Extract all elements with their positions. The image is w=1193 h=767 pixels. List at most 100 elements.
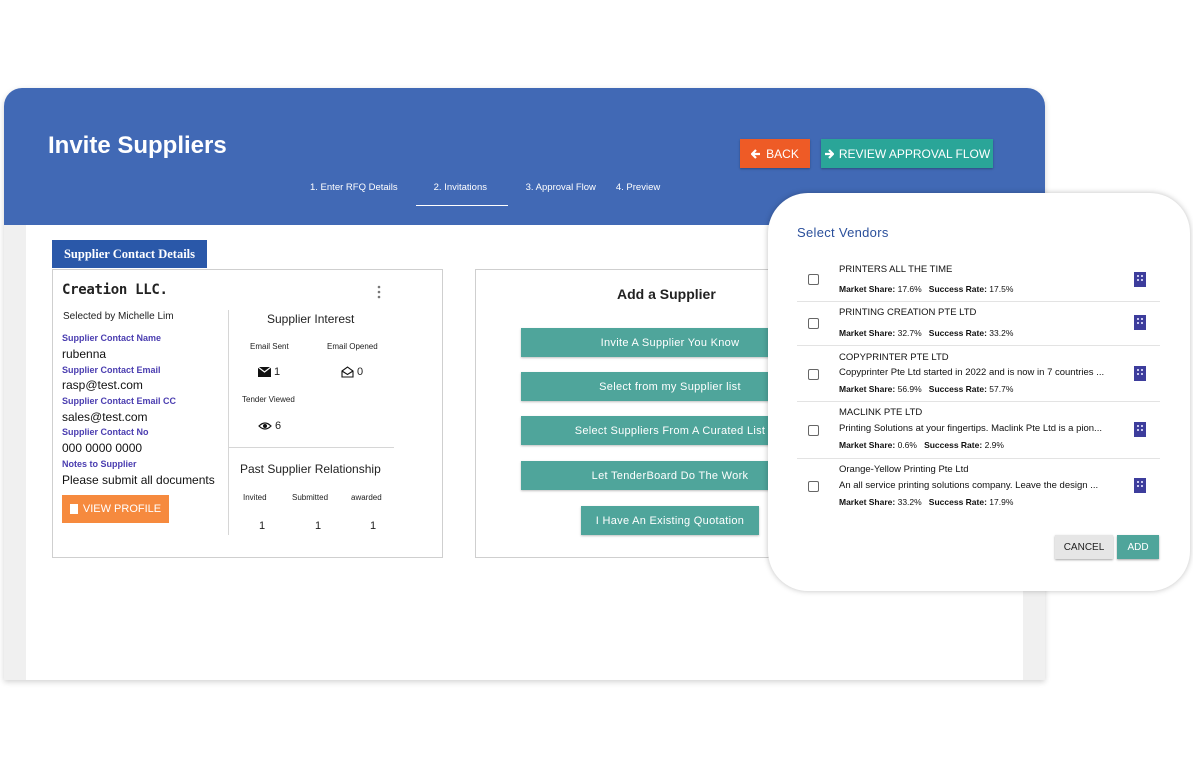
supplier-card: Creation LLC. Selected by Michelle Lim S… bbox=[52, 269, 443, 558]
market-share-value: 56.9% bbox=[897, 384, 922, 394]
market-share-label: Market Share: bbox=[839, 384, 896, 394]
vendor-checkbox[interactable] bbox=[808, 369, 819, 380]
success-rate-value: 33.2% bbox=[989, 328, 1014, 338]
market-share-label: Market Share: bbox=[839, 328, 896, 338]
past-relationship-title: Past Supplier Relationship bbox=[240, 462, 381, 476]
vendor-name: COPYPRINTER PTE LTD bbox=[839, 352, 949, 363]
building-icon[interactable] bbox=[1134, 422, 1146, 437]
building-icon[interactable] bbox=[1134, 366, 1146, 381]
success-rate-value: 17.5% bbox=[989, 284, 1014, 294]
envelope-open-icon bbox=[341, 366, 354, 378]
contact-no-value: 000 0000 0000 bbox=[62, 441, 143, 455]
card-divider-vertical bbox=[228, 310, 229, 535]
awarded-value: 1 bbox=[370, 520, 377, 532]
company-name: Creation LLC. bbox=[62, 282, 168, 298]
tab-approval-flow[interactable]: 3. Approval Flow bbox=[508, 182, 614, 206]
select-vendors-modal: Select Vendors PRINTERS ALL THE TIME Mar… bbox=[768, 193, 1190, 591]
eye-icon bbox=[258, 422, 272, 430]
vendor-row[interactable]: PRINTERS ALL THE TIME Market Share: 17.6… bbox=[797, 259, 1160, 302]
contact-email-cc-label: Supplier Contact Email CC bbox=[62, 396, 177, 406]
vendor-checkbox[interactable] bbox=[808, 481, 819, 492]
step-tabs: 1. Enter RFQ Details 2. Invitations 3. A… bbox=[292, 182, 678, 206]
building-icon[interactable] bbox=[1134, 478, 1146, 493]
vendor-row[interactable]: COPYPRINTER PTE LTD Copyprinter Pte Ltd … bbox=[797, 346, 1160, 402]
vendor-row[interactable]: MACLINK PTE LTD Printing Solutions at yo… bbox=[797, 402, 1160, 459]
tab-enter-rfq-details[interactable]: 1. Enter RFQ Details bbox=[292, 182, 416, 206]
tender-viewed-label: Tender Viewed bbox=[242, 395, 295, 404]
email-opened-value: 0 bbox=[357, 366, 364, 378]
vendor-description: An all service printing solutions compan… bbox=[839, 480, 1099, 491]
invited-value: 1 bbox=[259, 520, 266, 532]
email-opened-stat: 0 bbox=[341, 366, 363, 378]
envelope-icon bbox=[258, 367, 271, 377]
success-rate-label: Success Rate: bbox=[928, 497, 987, 507]
vendor-checkbox[interactable] bbox=[808, 318, 819, 329]
submitted-label: Submitted bbox=[292, 493, 329, 502]
market-share-value: 32.7% bbox=[897, 328, 922, 338]
vendor-name: Orange-Yellow Printing Pte Ltd bbox=[839, 464, 969, 475]
success-rate-value: 17.9% bbox=[989, 497, 1014, 507]
add-button[interactable]: ADD bbox=[1117, 535, 1159, 559]
page-title: Invite Suppliers bbox=[48, 132, 227, 159]
supplier-interest-title: Supplier Interest bbox=[267, 312, 355, 326]
add-supplier-title: Add a Supplier bbox=[617, 286, 716, 302]
card-divider-horizontal bbox=[228, 447, 394, 448]
building-icon[interactable] bbox=[1134, 272, 1146, 287]
supplier-contact-details-tab[interactable]: Supplier Contact Details bbox=[52, 240, 207, 268]
content-gutter-left bbox=[4, 225, 26, 680]
cancel-button[interactable]: CANCEL bbox=[1055, 535, 1113, 559]
email-opened-label: Email Opened bbox=[327, 342, 378, 351]
success-rate-value: 2.9% bbox=[984, 440, 1004, 450]
success-rate-label: Success Rate: bbox=[928, 284, 987, 294]
email-sent-value: 1 bbox=[274, 366, 281, 378]
vendor-name: MACLINK PTE LTD bbox=[839, 407, 923, 418]
more-options-icon[interactable] bbox=[375, 285, 383, 299]
email-sent-label: Email Sent bbox=[250, 342, 289, 351]
market-share-label: Market Share: bbox=[839, 440, 896, 450]
contact-email-cc-value: sales@test.com bbox=[62, 410, 148, 424]
contact-email-value: rasp@test.com bbox=[62, 378, 143, 392]
contact-name-label: Supplier Contact Name bbox=[62, 333, 162, 343]
awarded-label: awarded bbox=[351, 493, 382, 502]
arrow-right-icon bbox=[824, 148, 834, 159]
view-profile-button[interactable]: VIEW PROFILE bbox=[62, 495, 169, 523]
add-supplier-card: Add a Supplier Invite A Supplier You Kno… bbox=[475, 269, 819, 558]
success-rate-label: Success Rate: bbox=[924, 440, 983, 450]
submitted-value: 1 bbox=[315, 520, 322, 532]
notes-label: Notes to Supplier bbox=[62, 459, 137, 469]
back-button[interactable]: BACK bbox=[740, 139, 810, 168]
vendor-name: PRINTING CREATION PTE LTD bbox=[839, 307, 977, 318]
vendor-name: PRINTERS ALL THE TIME bbox=[839, 264, 953, 275]
vendor-checkbox[interactable] bbox=[808, 425, 819, 436]
success-rate-value: 57.7% bbox=[989, 384, 1014, 394]
vendor-checkbox[interactable] bbox=[808, 274, 819, 285]
existing-quotation-button[interactable]: I Have An Existing Quotation bbox=[581, 506, 759, 535]
review-approval-flow-button[interactable]: REVIEW APPROVAL FLOW bbox=[821, 139, 993, 168]
vendor-row[interactable]: PRINTING CREATION PTE LTD Market Share: … bbox=[797, 302, 1160, 346]
review-label: REVIEW APPROVAL FLOW bbox=[838, 146, 991, 161]
market-share-value: 33.2% bbox=[897, 497, 922, 507]
arrow-left-icon bbox=[751, 148, 761, 159]
tab-preview[interactable]: 4. Preview bbox=[614, 182, 678, 206]
selected-by: Selected by Michelle Lim bbox=[63, 311, 174, 322]
view-profile-label: VIEW PROFILE bbox=[82, 503, 162, 515]
tender-viewed-value: 6 bbox=[275, 420, 282, 432]
modal-title: Select Vendors bbox=[797, 225, 889, 240]
vendor-row[interactable]: Orange-Yellow Printing Pte Ltd An all se… bbox=[797, 459, 1160, 515]
tab-invitations[interactable]: 2. Invitations bbox=[415, 182, 508, 206]
document-icon bbox=[69, 504, 78, 514]
success-rate-label: Success Rate: bbox=[928, 384, 987, 394]
vendor-description: Copyprinter Pte Ltd started in 2022 and … bbox=[839, 367, 1105, 378]
market-share-label: Market Share: bbox=[839, 497, 896, 507]
vendor-description: Printing Solutions at your fingertips. M… bbox=[839, 423, 1102, 434]
email-sent-stat: 1 bbox=[258, 366, 280, 378]
tender-viewed-stat: 6 bbox=[258, 420, 281, 432]
success-rate-label: Success Rate: bbox=[928, 328, 987, 338]
back-label: BACK bbox=[766, 146, 799, 161]
invited-label: Invited bbox=[243, 493, 267, 502]
contact-no-label: Supplier Contact No bbox=[62, 427, 149, 437]
building-icon[interactable] bbox=[1134, 315, 1146, 330]
contact-name-value: rubenna bbox=[62, 347, 107, 361]
notes-value: Please submit all documents bbox=[62, 473, 215, 487]
market-share-value: 0.6% bbox=[897, 440, 917, 450]
